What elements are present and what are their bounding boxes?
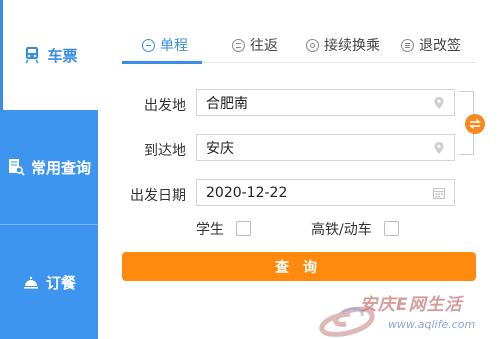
sidebar-item-common-query[interactable]: 常用查询 [0,110,98,225]
tab-refund-change[interactable]: 退改签 [401,28,461,62]
departure-date-value: 2020-12-22 [206,184,288,201]
swap-stations-button[interactable] [465,114,485,134]
trip-type-tabs: 单程 往返 接续换乘 退改签 [122,28,476,64]
student-checkbox[interactable] [236,221,251,236]
train-icon [25,47,40,64]
double-line-circle-icon [232,38,245,52]
tab-label: 退改签 [419,38,461,54]
tab-label: 往返 [250,38,278,54]
from-station-value: 合肥南 [206,95,248,112]
sidebar-item-label: 常用查询 [30,158,91,177]
location-pin-icon [434,97,444,109]
query-button[interactable]: 查询 [122,252,476,281]
from-label: 出发地 [144,98,186,114]
transfer-circle-icon [306,38,319,52]
highspeed-label: 高铁/动车 [311,222,372,238]
to-station-value: 安庆 [206,140,234,157]
location-pin-icon [434,142,444,154]
calendar-icon [432,187,446,200]
tab-one-way[interactable]: 单程 [142,28,188,62]
sidebar-item-label: 订餐 [45,273,76,292]
student-label: 学生 [196,222,224,238]
tab-label: 单程 [160,38,188,54]
sidebar: 车票 常用查询 订餐 [0,0,98,339]
swap-arrows-icon [469,119,481,129]
tab-transfer[interactable]: 接续换乘 [306,28,380,62]
from-station-field[interactable]: 合肥南 [196,89,455,116]
to-station-field[interactable]: 安庆 [196,134,455,161]
meal-bell-icon [23,276,38,289]
active-tab-indicator [122,61,202,64]
list-circle-icon [401,38,414,52]
to-label: 到达地 [144,143,186,159]
watermark-text: 安庆E网生活 [360,295,463,315]
date-label: 出发日期 [130,188,186,204]
tab-round-trip[interactable]: 往返 [232,28,278,62]
sidebar-item-label: 车票 [47,46,78,65]
departure-date-field[interactable]: 2020-12-22 [196,179,455,206]
tab-label: 接续换乘 [324,38,380,54]
search-document-icon [8,159,25,176]
sidebar-item-meal[interactable]: 订餐 [0,225,98,339]
sidebar-item-tickets[interactable]: 车票 [0,0,98,110]
highspeed-checkbox[interactable] [384,221,399,236]
watermark-url: www.aqlife.com [388,318,476,331]
minus-circle-icon [142,38,155,52]
